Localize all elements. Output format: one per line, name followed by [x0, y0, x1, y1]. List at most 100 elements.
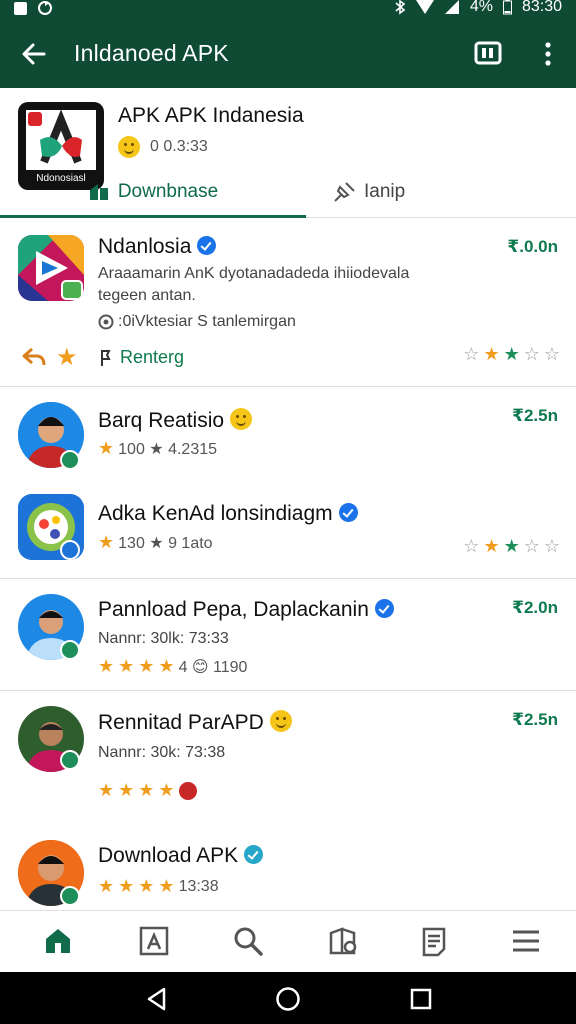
- bluetooth-icon: [395, 0, 406, 15]
- status-bar: 4% 83:30: [0, 0, 576, 22]
- list-item[interactable]: Ndanlosia ₹.0.0n Araaamarin AnK dyotanad…: [0, 219, 576, 387]
- list-item[interactable]: Download APK ★ ★ ★ ★ 13:38: [0, 830, 576, 910]
- library-icon[interactable]: [328, 925, 360, 957]
- signal-icon: [444, 0, 459, 14]
- row-title-text: Pannload Pepa, Daplackanin: [98, 598, 369, 621]
- divider: [0, 578, 576, 579]
- action-label: Renterg: [120, 347, 185, 367]
- pin-tab-icon: [334, 182, 355, 202]
- row-meta: :0iVktesiar S tanlemirgan: [98, 313, 296, 331]
- rating-stars: ☆ ★ ★ ☆ ☆: [463, 344, 560, 365]
- star-icon: ★: [118, 780, 135, 800]
- price: ₹2.5n: [512, 406, 558, 425]
- row-title-text: Download APK: [98, 844, 239, 867]
- clock: 83:30: [521, 0, 562, 15]
- system-home-icon[interactable]: [275, 986, 301, 1012]
- star-icon: ★: [98, 656, 115, 676]
- row-title-text: Rennitad ParAPD: [98, 711, 264, 734]
- search-icon[interactable]: [232, 925, 264, 957]
- favorite-star-icon[interactable]: ★: [56, 343, 78, 372]
- verified-badge: [60, 450, 80, 470]
- verified-badge: [60, 640, 80, 660]
- list-item[interactable]: Rennitad ParAPD ₹2.5n Nannr: 30k: 73:38 …: [0, 692, 576, 812]
- bottom-navigation: [0, 910, 576, 972]
- row-rating: ★ 100 ★ 4.2315: [98, 438, 217, 459]
- tab-other[interactable]: Ianip: [332, 166, 405, 218]
- star-icon: ★: [158, 876, 175, 896]
- app-header: Ndonosiasl APK APK Indanesia 0 0.3:33 Do…: [0, 88, 576, 218]
- shield-icon: [98, 314, 114, 330]
- price: ₹2.0n: [512, 598, 558, 617]
- download-tab-icon: [89, 184, 108, 200]
- verified-icon: [244, 845, 264, 864]
- profile-icon[interactable]: [138, 925, 170, 957]
- notification-icon: [14, 1, 27, 15]
- rating-stars: ☆ ★ ★ ☆ ☆: [463, 536, 560, 557]
- star-icon: ☆: [543, 536, 560, 556]
- row-meta-text: 100 ★ 4.2315: [118, 440, 218, 458]
- share-icon[interactable]: [22, 345, 46, 367]
- row-title-text: Barq Reatisio: [98, 409, 225, 432]
- more-options-icon[interactable]: [538, 40, 558, 68]
- verified-icon: [374, 599, 394, 618]
- tab-download[interactable]: Downbnase: [0, 166, 306, 218]
- star-icon: ★: [138, 876, 155, 896]
- row-title: Pannload Pepa, Daplackanin: [98, 598, 394, 622]
- list-item[interactable]: Pannload Pepa, Daplackanin ₹2.0n Nannr: …: [0, 580, 576, 690]
- action-button[interactable]: Renterg: [100, 347, 184, 368]
- price: ₹.0.0n: [507, 237, 558, 256]
- list-item[interactable]: Barq Reatisio ₹2.5n ★ 100 ★ 4.2315 Adka …: [0, 388, 576, 578]
- star-icon: ★: [98, 438, 115, 458]
- row-title: Download APK: [98, 844, 264, 868]
- app-meta-text: 0 0.3:33: [150, 138, 208, 155]
- row-title: Adka KenAd lonsindiagm: [98, 502, 358, 526]
- notes-icon[interactable]: [418, 925, 450, 957]
- row-rating: ★ ★ ★ ★ 4 😊 1190: [98, 656, 247, 677]
- sync-icon: [38, 1, 52, 15]
- star-icon: ☆: [523, 536, 540, 556]
- system-recents-icon[interactable]: [408, 986, 434, 1012]
- tab-download-label: Downbnase: [117, 181, 219, 202]
- view-mode-icon[interactable]: [474, 41, 502, 65]
- row-title-text: Adka KenAd lonsindiagm: [98, 502, 333, 525]
- back-arrow-icon[interactable]: [18, 38, 50, 70]
- smiley-icon: [229, 408, 252, 430]
- star-icon: ☆: [543, 344, 560, 364]
- row-rating: ★ ★ ★ ★ 13:38: [98, 876, 219, 897]
- app-bar-title: Inldanoed APK: [74, 40, 229, 66]
- star-icon: ★: [98, 876, 115, 896]
- row-subtitle: Nannr: 30lk: 73:33: [98, 630, 229, 647]
- menu-icon[interactable]: [510, 925, 542, 957]
- tab-bar: Downbnase Ianip: [0, 166, 576, 218]
- row-meta-text: 13:38: [178, 877, 219, 895]
- app-name: APK APK Indanesia: [118, 104, 304, 127]
- row-title-text: Ndanlosia: [98, 235, 192, 258]
- home-icon[interactable]: [42, 925, 74, 957]
- divider: [0, 690, 576, 691]
- system-back-icon[interactable]: [144, 986, 170, 1012]
- smiley-icon: [269, 710, 292, 732]
- verified-icon: [338, 503, 358, 522]
- star-icon: ★: [118, 656, 135, 676]
- star-icon: ★: [138, 780, 155, 800]
- smiley-icon: [118, 136, 140, 158]
- star-icon: ★: [503, 344, 520, 364]
- star-icon: ★: [118, 876, 135, 896]
- row-meta-text: :0iVktesiar S tanlemirgan: [118, 313, 296, 330]
- wifi-icon: [415, 0, 434, 14]
- row-rating: ★ 130 ★ 9 1ato: [98, 532, 213, 553]
- flag-icon: [101, 349, 111, 366]
- star-icon: ☆: [463, 536, 480, 556]
- star-icon: ☆: [463, 344, 480, 364]
- star-icon: ★: [158, 656, 175, 676]
- price: ₹2.5n: [512, 710, 558, 729]
- app-icon: [18, 235, 84, 301]
- tab-other-label: Ianip: [364, 181, 406, 202]
- star-icon: ★: [503, 536, 520, 556]
- star-icon: ★: [98, 780, 115, 800]
- row-title: Ndanlosia: [98, 235, 217, 259]
- row-meta-text: 4 😊 1190: [178, 658, 248, 676]
- star-icon: ☆: [523, 344, 540, 364]
- battery-icon: [502, 0, 512, 15]
- reaction-icon: [178, 781, 197, 800]
